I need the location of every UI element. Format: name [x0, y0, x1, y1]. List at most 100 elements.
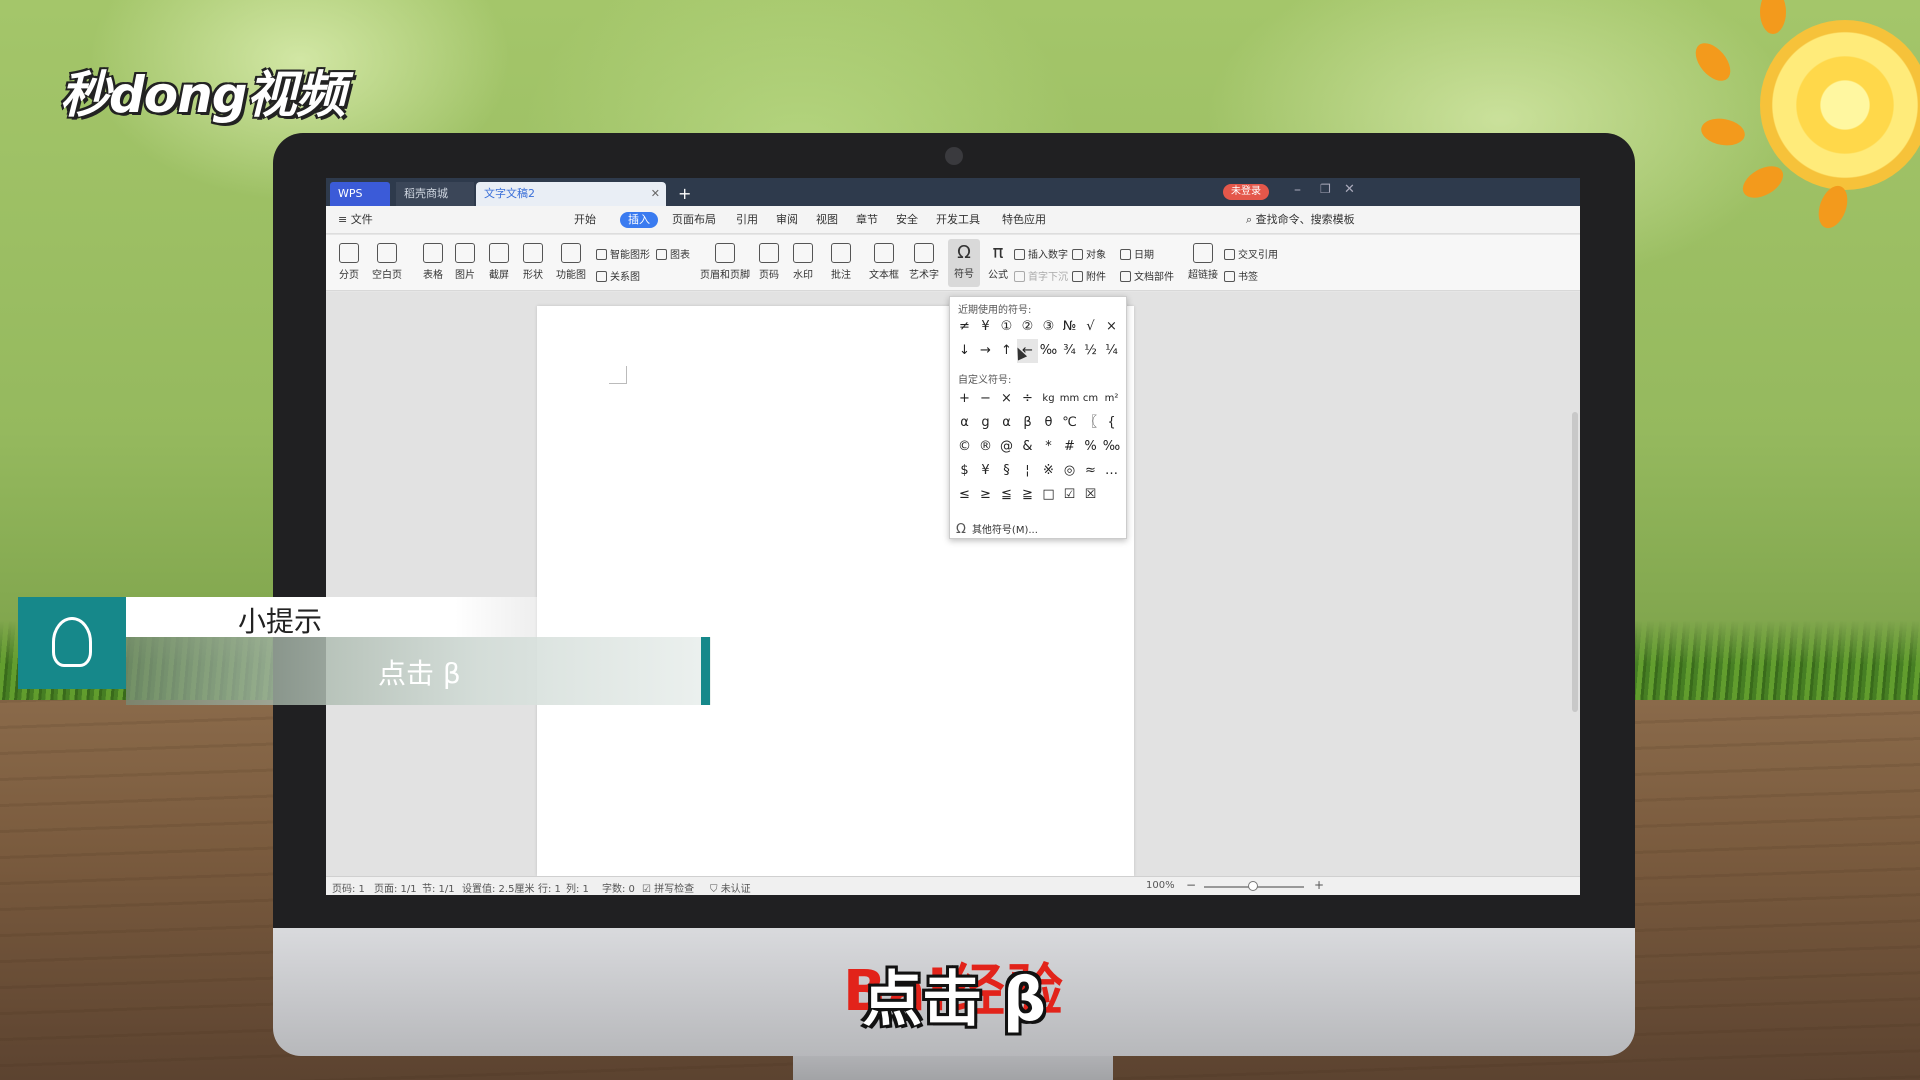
- symbol-cell[interactable]: α: [954, 411, 975, 435]
- zoom-slider-knob[interactable]: [1248, 881, 1258, 891]
- menu-item-view[interactable]: 视图: [816, 212, 838, 228]
- menu-item-references[interactable]: 引用: [736, 212, 758, 228]
- symbol-cell-beta[interactable]: β: [1017, 411, 1038, 435]
- symbol-cell[interactable]: kg: [1038, 387, 1059, 411]
- symbol-cell[interactable]: ※: [1038, 459, 1059, 483]
- symbol-cell[interactable]: ☒: [1080, 483, 1101, 507]
- symbol-cell[interactable]: $: [954, 459, 975, 483]
- symbol-cell[interactable]: ☑: [1059, 483, 1080, 507]
- symbol-cell[interactable]: #: [1059, 435, 1080, 459]
- symbol-cell[interactable]: {: [1101, 411, 1122, 435]
- close-tab-icon[interactable]: ✕: [651, 182, 660, 206]
- symbol-cell[interactable]: →: [975, 339, 996, 363]
- symbol-cell[interactable]: ↓: [954, 339, 975, 363]
- close-window-icon[interactable]: ✕: [1344, 182, 1355, 197]
- spell-check-button[interactable]: ☑ 拼写检查: [642, 880, 694, 895]
- symbol-cell[interactable]: ◎: [1059, 459, 1080, 483]
- symbol-cell[interactable]: ≠: [954, 315, 975, 339]
- table-button[interactable]: 表格: [418, 243, 448, 281]
- menu-item-devtools[interactable]: 开发工具: [936, 212, 980, 228]
- symbol-cell[interactable]: ½: [1080, 339, 1101, 363]
- blank-page-button[interactable]: 空白页: [368, 243, 406, 281]
- symbol-cell[interactable]: ‰: [1038, 339, 1059, 363]
- symbol-cell[interactable]: ¦: [1017, 459, 1038, 483]
- new-tab-button[interactable]: +: [670, 182, 699, 206]
- insert-number-button[interactable]: 插入数字: [1014, 246, 1068, 261]
- symbol-cell[interactable]: ©: [954, 435, 975, 459]
- menu-item-review[interactable]: 审阅: [776, 212, 798, 228]
- symbol-cell[interactable]: ℃: [1059, 411, 1080, 435]
- symbol-cell[interactable]: mm: [1059, 387, 1080, 411]
- symbol-cell[interactable]: ×: [1101, 315, 1122, 339]
- symbol-cell[interactable]: cm: [1080, 387, 1101, 411]
- menu-item-layout[interactable]: 页面布局: [672, 212, 716, 228]
- symbol-cell[interactable]: √: [1080, 315, 1101, 339]
- object-button[interactable]: 对象: [1072, 246, 1106, 261]
- symbol-cell[interactable]: □: [1038, 483, 1059, 507]
- header-footer-button[interactable]: 页眉和页脚: [700, 243, 750, 281]
- picture-button[interactable]: 图片: [450, 243, 480, 281]
- symbol-cell[interactable]: θ: [1038, 411, 1059, 435]
- page-break-button[interactable]: 分页: [334, 243, 364, 281]
- chart-button[interactable]: 图表: [656, 246, 690, 261]
- menu-item-features[interactable]: 特色应用: [1002, 212, 1046, 228]
- symbol-cell[interactable]: ¥: [975, 459, 996, 483]
- symbol-button[interactable]: Ω 符号: [948, 239, 980, 287]
- drop-cap-button[interactable]: 首字下沉: [1014, 268, 1068, 283]
- search-command[interactable]: ⌕ 查找命令、搜索模板: [1246, 212, 1355, 228]
- doc-parts-button[interactable]: 文档部件: [1120, 268, 1174, 283]
- comment-button[interactable]: 批注: [826, 243, 856, 281]
- zoom-level[interactable]: 100%: [1146, 880, 1175, 891]
- cross-reference-button[interactable]: 交叉引用: [1224, 246, 1278, 261]
- symbol-cell[interactable]: @: [996, 435, 1017, 459]
- symbol-cell[interactable]: %: [1080, 435, 1101, 459]
- zoom-out-icon[interactable]: −: [1186, 878, 1196, 892]
- symbol-cell[interactable]: ≧: [1017, 483, 1038, 507]
- symbol-cell[interactable]: 〖: [1080, 411, 1101, 435]
- vertical-scrollbar[interactable]: [1572, 412, 1578, 712]
- function-chart-button[interactable]: 功能图: [552, 243, 590, 281]
- tab-document[interactable]: 文字文稿2 ✕: [476, 182, 666, 206]
- symbol-cell[interactable]: ÷: [1017, 387, 1038, 411]
- symbol-cell[interactable]: α: [996, 411, 1017, 435]
- symbol-cell[interactable]: *: [1038, 435, 1059, 459]
- tab-wps[interactable]: WPS: [330, 182, 390, 206]
- attachment-button[interactable]: 附件: [1072, 268, 1106, 283]
- symbol-cell[interactable]: ®: [975, 435, 996, 459]
- hyperlink-button[interactable]: 超链接: [1186, 243, 1220, 281]
- symbol-cell[interactable]: ×: [996, 387, 1017, 411]
- menu-item-chapter[interactable]: 章节: [856, 212, 878, 228]
- watermark-button[interactable]: 水印: [788, 243, 818, 281]
- symbol-cell[interactable]: −: [975, 387, 996, 411]
- menu-item-security[interactable]: 安全: [896, 212, 918, 228]
- page-number-button[interactable]: 页码: [754, 243, 784, 281]
- formula-button[interactable]: π 公式: [984, 243, 1012, 282]
- symbol-cell[interactable]: №: [1059, 315, 1080, 339]
- symbol-cell[interactable]: +: [954, 387, 975, 411]
- bookmark-button[interactable]: 书签: [1224, 268, 1258, 283]
- login-button[interactable]: 未登录: [1223, 184, 1269, 200]
- screenshot-button[interactable]: 截屏: [484, 243, 514, 281]
- shape-button[interactable]: 形状: [518, 243, 548, 281]
- maximize-icon[interactable]: ❐: [1320, 182, 1331, 196]
- symbol-cell[interactable]: ≤: [954, 483, 975, 507]
- tab-store[interactable]: 稻壳商城: [396, 182, 474, 206]
- smart-art-button[interactable]: 智能图形: [596, 246, 650, 261]
- menu-file[interactable]: ≡ 文件: [338, 212, 373, 228]
- minimize-icon[interactable]: –: [1294, 182, 1301, 198]
- symbol-cell[interactable]: …: [1101, 459, 1122, 483]
- more-symbols-button[interactable]: Ω 其他符号(M)...: [956, 521, 1038, 537]
- textbox-button[interactable]: 文本框: [866, 243, 902, 281]
- symbol-cell[interactable]: ≈: [1080, 459, 1101, 483]
- relation-chart-button[interactable]: 关系图: [596, 268, 640, 283]
- symbol-cell[interactable]: &: [1017, 435, 1038, 459]
- menu-item-insert[interactable]: 插入: [620, 212, 658, 228]
- menu-item-home[interactable]: 开始: [574, 212, 596, 228]
- zoom-in-icon[interactable]: +: [1314, 878, 1324, 892]
- symbol-cell[interactable]: ②: [1017, 315, 1038, 339]
- symbol-cell[interactable]: ¼: [1101, 339, 1122, 363]
- symbol-cell[interactable]: ¾: [1059, 339, 1080, 363]
- symbol-cell[interactable]: ③: [1038, 315, 1059, 339]
- symbol-cell[interactable]: ≦: [996, 483, 1017, 507]
- symbol-cell[interactable]: ‰: [1101, 435, 1122, 459]
